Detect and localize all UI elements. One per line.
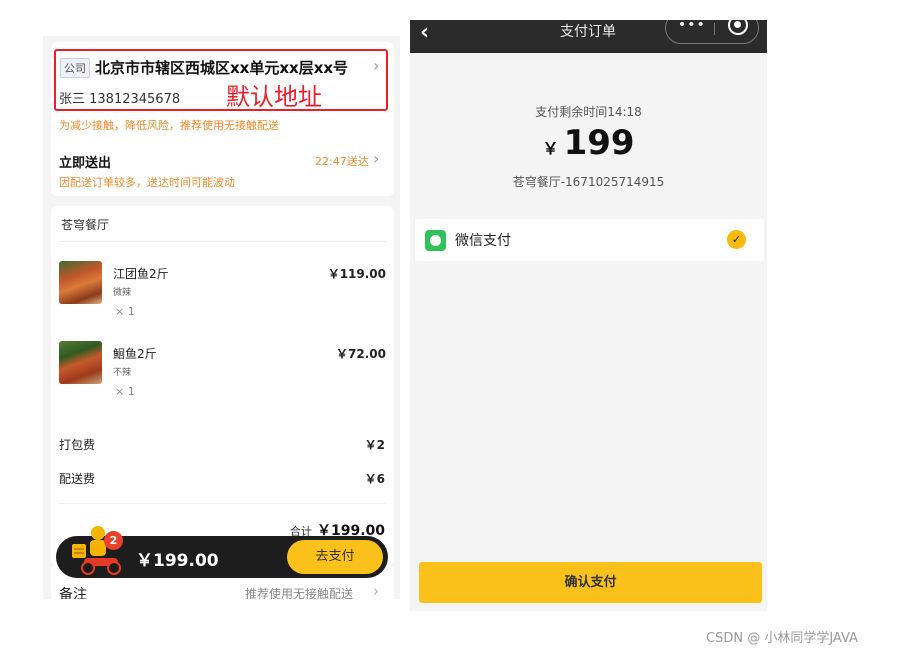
confirm-pay-button[interactable]: 确认支付: [419, 562, 762, 603]
more-icon[interactable]: •••: [678, 20, 706, 33]
dish-name: 江团鱼2斤: [113, 267, 169, 281]
delivery-fee-value: ￥6: [364, 472, 385, 486]
check-icon[interactable]: ✓: [727, 230, 746, 249]
checkout-page: 公司 北京市市辖区西城区xx单元xx层xx号 › 张三 13812345678 …: [43, 36, 400, 599]
back-icon[interactable]: ‹: [420, 20, 429, 46]
remark-hint: 推荐使用无接触配送: [245, 587, 354, 599]
delivery-mode[interactable]: 立即送出: [59, 152, 111, 171]
packing-fee-value: ￥2: [364, 438, 385, 452]
address-card: 公司 北京市市辖区西城区xx单元xx层xx号 › 张三 13812345678 …: [51, 42, 394, 196]
packing-fee-label: 打包费: [59, 438, 96, 452]
dish-spec: 不辣: [113, 368, 132, 378]
dish-image: [59, 341, 102, 384]
pay-countdown: 支付剩余时间14:18: [535, 105, 642, 119]
divider: [59, 241, 386, 242]
divider: [59, 503, 386, 504]
nav-bar: ‹ 支付订单 •••: [410, 20, 767, 53]
cart-count-badge: 2: [104, 531, 123, 550]
chevron-right-icon[interactable]: ›: [373, 56, 379, 75]
address-text[interactable]: 北京市市辖区西城区xx单元xx层xx号: [95, 57, 348, 78]
order-card: 苍穹餐厅 江团鱼2斤 微辣 × 1 ￥119.00 鮰鱼2斤 不辣 × 1 ￥7…: [51, 206, 394, 566]
close-capsule-icon[interactable]: [728, 20, 748, 35]
dish-name: 鮰鱼2斤: [113, 347, 157, 361]
divider: [714, 23, 715, 35]
delivery-time[interactable]: 22:47送达: [315, 153, 369, 169]
go-pay-button[interactable]: 去支付: [287, 540, 383, 574]
payment-page: ‹ 支付订单 ••• 支付剩余时间14:18 ￥ 199 苍穹餐厅-167102…: [410, 20, 767, 611]
delivery-tip: 因配送订单较多，送达时间可能波动: [59, 176, 235, 189]
page-title: 支付订单: [560, 24, 616, 40]
default-address-annotation: 默认地址: [226, 83, 322, 111]
address-contact: 张三 13812345678: [59, 92, 181, 107]
payment-method-wechat[interactable]: 微信支付 ✓: [415, 219, 764, 261]
dish-spec: 微辣: [113, 288, 132, 298]
dish-qty: × 1: [115, 385, 135, 398]
dish-price: ￥119.00: [327, 267, 386, 281]
dish-price: ￥72.00: [336, 347, 386, 361]
chevron-right-icon[interactable]: ›: [373, 582, 379, 599]
remark-label: 备注: [59, 587, 87, 599]
mini-program-capsule: •••: [665, 20, 759, 44]
cart-total: ￥199.00: [136, 551, 219, 571]
order-number: 苍穹餐厅-1671025714915: [512, 175, 665, 189]
pay-amount: ￥ 199: [410, 123, 767, 163]
delivery-fee-label: 配送费: [59, 472, 96, 486]
dish-item: 江团鱼2斤 微辣 × 1 ￥119.00: [59, 261, 386, 331]
wechat-pay-icon: [425, 230, 446, 251]
currency-symbol: ￥: [542, 139, 559, 158]
dish-item: 鮰鱼2斤 不辣 × 1 ￥72.00: [59, 341, 386, 411]
watermark: CSDN @ 小林同学学JAVA: [706, 631, 858, 646]
contactless-tip: 为减少接触，降低风险，推荐使用无接触配送: [59, 119, 279, 132]
dish-qty: × 1: [115, 305, 135, 318]
shop-name: 苍穹餐厅: [61, 218, 110, 232]
payment-method-label: 微信支付: [455, 233, 511, 249]
chevron-right-icon[interactable]: ›: [373, 149, 379, 168]
address-tag: 公司: [60, 58, 90, 78]
amount-value: 199: [563, 123, 635, 163]
dish-image: [59, 261, 102, 304]
